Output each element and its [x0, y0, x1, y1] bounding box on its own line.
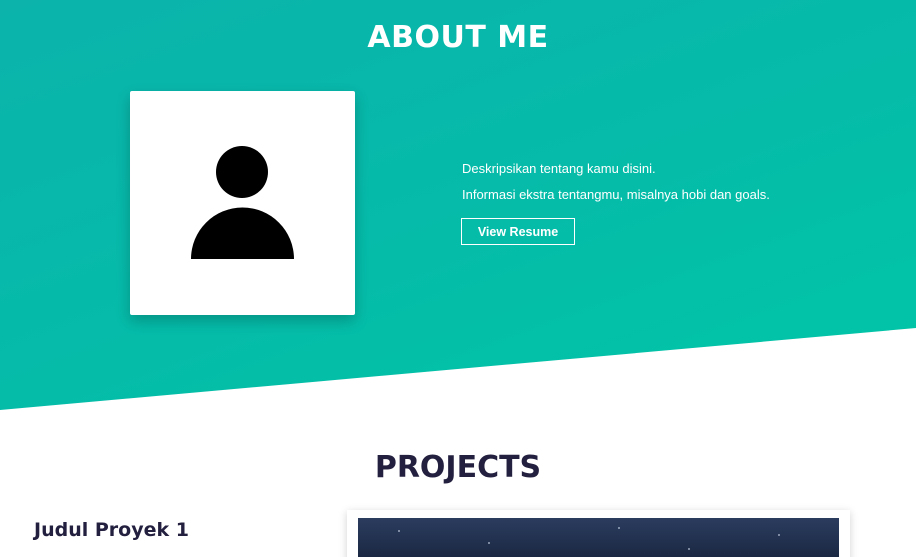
about-title: ABOUT ME: [367, 20, 549, 55]
about-description: Deskripsikan tentang kamu disini. Inform…: [462, 160, 770, 212]
project-image[interactable]: [358, 518, 839, 557]
about-description-line-2: Informasi ekstra tentangmu, misalnya hob…: [462, 187, 770, 202]
about-description-line-1: Deskripsikan tentang kamu disini.: [462, 161, 656, 176]
project-image-card[interactable]: [347, 510, 850, 557]
projects-title: PROJECTS: [374, 450, 542, 485]
about-section: ABOUT ME Deskripsikan tentang kamu disin…: [0, 0, 916, 410]
view-resume-button[interactable]: View Resume: [461, 218, 575, 245]
avatar-card: [130, 91, 355, 315]
person-icon: [191, 146, 294, 259]
project-title: Judul Proyek 1: [34, 519, 189, 541]
